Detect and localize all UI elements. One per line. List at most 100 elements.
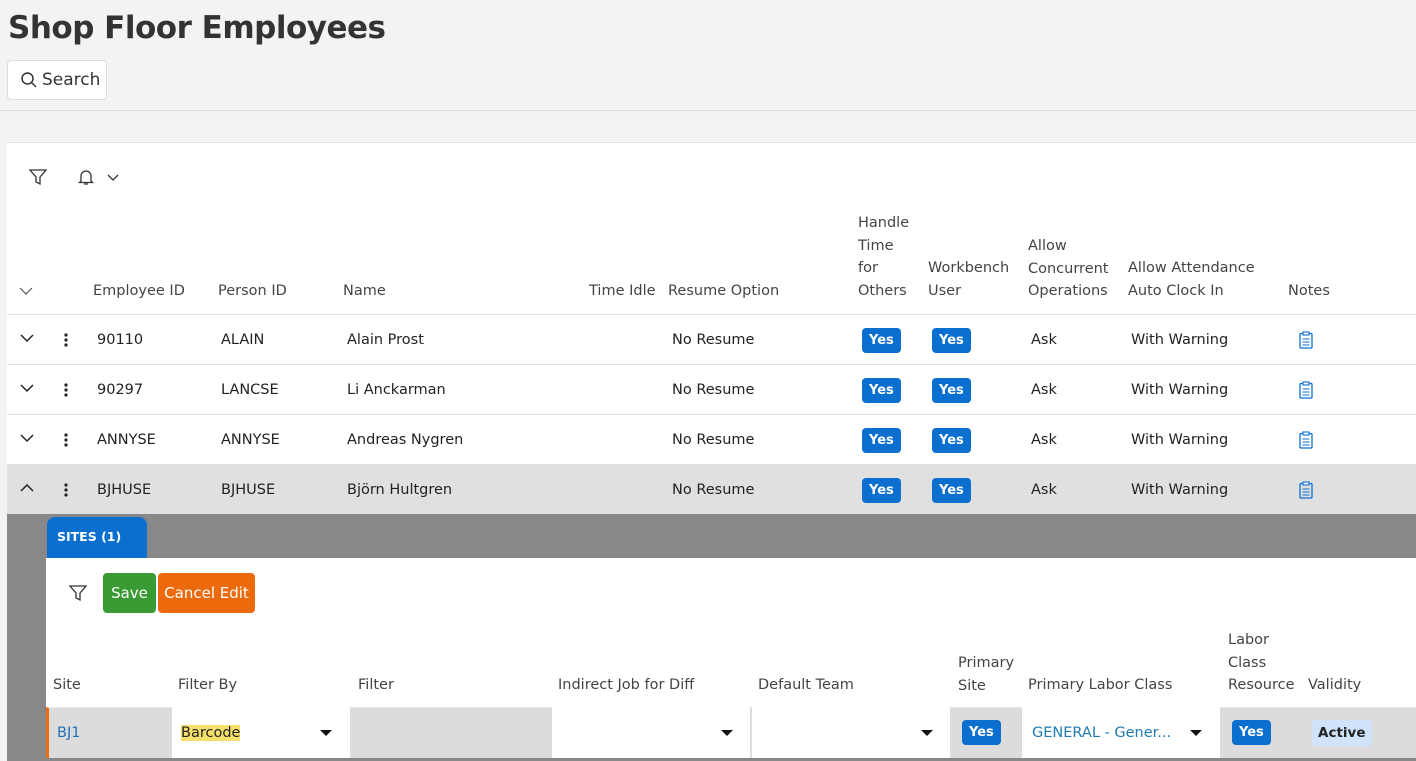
header-line: Time: [858, 237, 894, 254]
notes-icon[interactable]: [1299, 431, 1313, 449]
filter-icon[interactable]: [68, 583, 88, 603]
header-person-id[interactable]: Person ID: [218, 280, 287, 303]
search-button[interactable]: Search: [7, 60, 107, 100]
header-line: Auto Clock In: [1128, 282, 1224, 299]
bell-icon[interactable]: [76, 167, 96, 187]
filter-by-select[interactable]: Barcode: [172, 707, 350, 758]
header-name[interactable]: Name: [343, 280, 386, 303]
header-line: Resource: [1228, 677, 1295, 693]
chevron-down-icon[interactable]: [20, 384, 34, 393]
person-id: ALAIN: [221, 332, 265, 348]
employee-id[interactable]: BJHUSE: [97, 465, 151, 515]
table-row[interactable]: 90110 ALAIN Alain Prost No Resume Yes Ye…: [7, 314, 1416, 364]
employee-id[interactable]: ANNYSE: [97, 415, 156, 465]
indirect-job-select[interactable]: [552, 707, 750, 758]
person-id: LANCSE: [221, 382, 279, 398]
concurrent: Ask: [1031, 482, 1057, 498]
name: Björn Hultgren: [347, 482, 453, 498]
attendance: With Warning: [1131, 332, 1229, 348]
save-button[interactable]: Save: [103, 573, 156, 613]
site-link[interactable]: BJ1: [57, 707, 80, 758]
workbench-badge: Yes: [932, 477, 971, 503]
header-filter[interactable]: Filter: [358, 674, 394, 697]
handle-time-badge: Yes: [862, 477, 901, 503]
table-row[interactable]: BJHUSE BJHUSE Björn Hultgren No Resume Y…: [7, 464, 1416, 514]
header-line: Labor: [1228, 632, 1270, 648]
header-line: Workbench: [928, 260, 1010, 276]
caret-down-icon: [320, 730, 332, 736]
more-vertical-icon[interactable]: [64, 482, 68, 498]
header-filter-by[interactable]: Filter By: [178, 674, 237, 697]
labor-class-resource-badge[interactable]: Yes: [1232, 720, 1271, 745]
person-id: ANNYSE: [221, 432, 280, 448]
header-line: Class: [1228, 654, 1267, 671]
header-default-team[interactable]: Default Team: [758, 674, 854, 697]
search-icon: [21, 72, 37, 88]
notes-icon[interactable]: [1299, 381, 1313, 399]
header-primary-site[interactable]: Primary Site: [958, 652, 1014, 697]
header-line: Allow: [1028, 238, 1067, 254]
header-employee-id[interactable]: Employee ID: [93, 280, 185, 303]
primary-labor-class-value: GENERAL - Gener...: [1032, 724, 1172, 741]
filter-by-value: Barcode: [181, 724, 241, 741]
employee-id[interactable]: 90110: [97, 315, 143, 365]
default-team-select[interactable]: [752, 707, 950, 758]
attendance: With Warning: [1131, 482, 1229, 498]
workbench-badge: Yes: [932, 327, 971, 353]
attendance: With Warning: [1131, 432, 1229, 448]
primary-labor-class-select[interactable]: GENERAL - Gener...: [1022, 707, 1220, 758]
resume-option: No Resume: [672, 382, 755, 398]
header-labor-class-resource[interactable]: Labor Class Resource: [1228, 629, 1295, 697]
resume-option: No Resume: [672, 432, 755, 448]
table-row[interactable]: ANNYSE ANNYSE Andreas Nygren No Resume Y…: [7, 414, 1416, 464]
expand-all-icon[interactable]: [19, 287, 33, 296]
header-line: Operations: [1028, 283, 1108, 299]
filter-icon[interactable]: [28, 167, 48, 187]
header-line: for: [858, 260, 878, 276]
table-row[interactable]: 90297 LANCSE Li Anckarman No Resume Yes …: [7, 364, 1416, 414]
header-concurrent[interactable]: Allow Concurrent Operations: [1028, 235, 1109, 303]
name: Andreas Nygren: [347, 432, 464, 448]
caret-down-icon: [1190, 730, 1202, 736]
chevron-down-icon[interactable]: [107, 174, 119, 182]
chevron-down-icon[interactable]: [20, 334, 34, 343]
header-line: Handle: [858, 215, 910, 231]
attendance: With Warning: [1131, 382, 1229, 398]
name: Li Anckarman: [347, 382, 446, 398]
header-notes[interactable]: Notes: [1288, 280, 1330, 303]
person-id: BJHUSE: [221, 482, 276, 498]
employee-id[interactable]: 90297: [97, 365, 143, 415]
header-line: Primary: [958, 655, 1015, 671]
more-vertical-icon[interactable]: [64, 432, 68, 448]
primary-site-badge[interactable]: Yes: [962, 720, 1001, 745]
concurrent: Ask: [1031, 432, 1057, 448]
filter-input[interactable]: [352, 707, 552, 758]
name: Alain Prost: [347, 332, 424, 348]
divider: [0, 110, 1416, 111]
header-indirect-job[interactable]: Indirect Job for Diff: [558, 674, 694, 697]
header-site[interactable]: Site: [53, 674, 81, 697]
header-resume-option[interactable]: Resume Option: [668, 280, 779, 303]
header-handle-time[interactable]: Handle Time for Others: [858, 212, 909, 302]
header-attendance[interactable]: Allow Attendance Auto Clock In: [1128, 257, 1255, 302]
header-line: Allow Attendance: [1128, 260, 1255, 276]
concurrent: Ask: [1031, 382, 1057, 398]
header-line: Site: [958, 677, 986, 694]
more-vertical-icon[interactable]: [64, 382, 68, 398]
more-vertical-icon[interactable]: [64, 332, 68, 348]
workbench-badge: Yes: [932, 377, 971, 403]
tab-sites[interactable]: SITES (1): [47, 517, 147, 559]
cancel-edit-button[interactable]: Cancel Edit: [158, 573, 255, 613]
header-primary-labor-class[interactable]: Primary Labor Class: [1028, 674, 1172, 697]
notes-icon[interactable]: [1299, 331, 1313, 349]
chevron-down-icon[interactable]: [20, 434, 34, 443]
concurrent: Ask: [1031, 332, 1057, 348]
resume-option: No Resume: [672, 332, 755, 348]
header-validity[interactable]: Validity: [1308, 674, 1361, 697]
header-workbench[interactable]: Workbench User: [928, 257, 1009, 302]
page-title: Shop Floor Employees: [8, 10, 386, 46]
header-time-idle[interactable]: Time Idle: [589, 280, 656, 303]
header-line: User: [928, 282, 962, 299]
chevron-up-icon[interactable]: [20, 484, 34, 493]
notes-icon[interactable]: [1299, 481, 1313, 499]
